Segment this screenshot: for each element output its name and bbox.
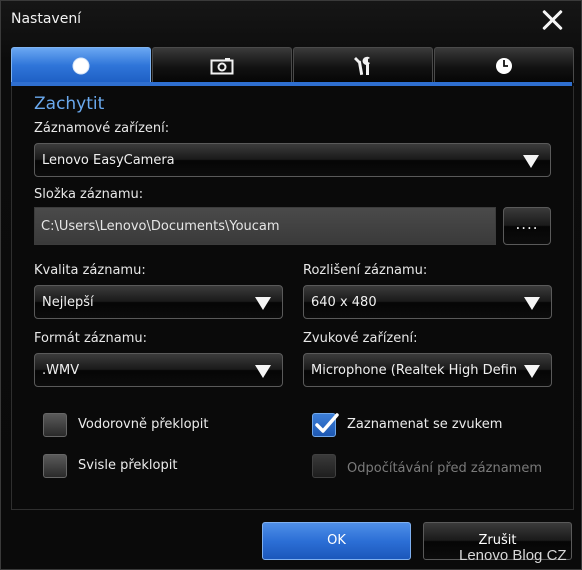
clock-icon [496,57,512,74]
resolution-value: 640 x 480 [311,295,377,310]
folder-path-value: C:\Users\Lenovo\Documents\Youcam [41,219,280,234]
chevron-down-icon [255,365,271,378]
record-audio-checkbox[interactable] [312,413,339,437]
ok-button[interactable]: OK [262,522,411,560]
settings-dialog: Nastavení Zachytit Záznamové zařízení: L… [0,0,582,570]
format-select[interactable]: .WMV [34,353,283,387]
tab-timer[interactable] [434,47,574,83]
quality-select[interactable]: Nejlepší [34,285,283,319]
tab-bar [11,47,574,83]
close-icon[interactable] [539,7,565,33]
countdown-checkbox [312,454,336,478]
flip-horizontal-checkbox[interactable] [43,413,67,437]
watermark: Lenovo Blog CZ [459,547,567,564]
record-icon [72,57,90,74]
chevron-down-icon [524,365,540,378]
tab-snapshot[interactable] [152,47,292,83]
section-title: Zachytit [34,94,105,114]
device-select[interactable]: Lenovo EasyCamera [34,143,551,177]
tools-icon [354,56,370,75]
resolution-select[interactable]: 640 x 480 [303,285,552,319]
capture-panel: Zachytit Záznamové zařízení: Lenovo Easy… [11,86,574,510]
audio-label: Zvukové zařízení: [303,331,418,346]
resolution-label: Rozlišení záznamu: [303,263,428,278]
format-label: Formát záznamu: [34,331,148,346]
record-audio-label: Zaznamenat se zvukem [347,417,503,432]
tab-tools[interactable] [293,47,433,83]
quality-label: Kvalita záznamu: [34,263,146,278]
flip-horizontal-label: Vodorovně překlopit [78,417,209,432]
device-label: Záznamové zařízení: [34,121,170,136]
folder-label: Složka záznamu: [34,187,144,202]
flip-vertical-checkbox[interactable] [43,454,67,478]
browse-button[interactable]: .... [503,207,551,245]
title-bar: Nastavení [1,1,581,39]
folder-path-field[interactable]: C:\Users\Lenovo\Documents\Youcam [34,207,496,245]
audio-value: Microphone (Realtek High Definiti [311,363,516,378]
device-value: Lenovo EasyCamera [42,153,175,168]
tab-capture[interactable] [11,47,151,83]
format-value: .WMV [42,363,80,378]
quality-value: Nejlepší [42,295,94,310]
chevron-down-icon [255,297,271,310]
checkmark-icon [315,413,339,433]
audio-select[interactable]: Microphone (Realtek High Definiti [303,353,552,387]
camera-icon [210,57,234,74]
chevron-down-icon [524,297,540,310]
countdown-label: Odpočítávání před záznamem [347,461,542,476]
chevron-down-icon [523,155,539,168]
flip-vertical-label: Svisle překlopit [78,458,178,473]
dialog-title: Nastavení [11,11,82,27]
